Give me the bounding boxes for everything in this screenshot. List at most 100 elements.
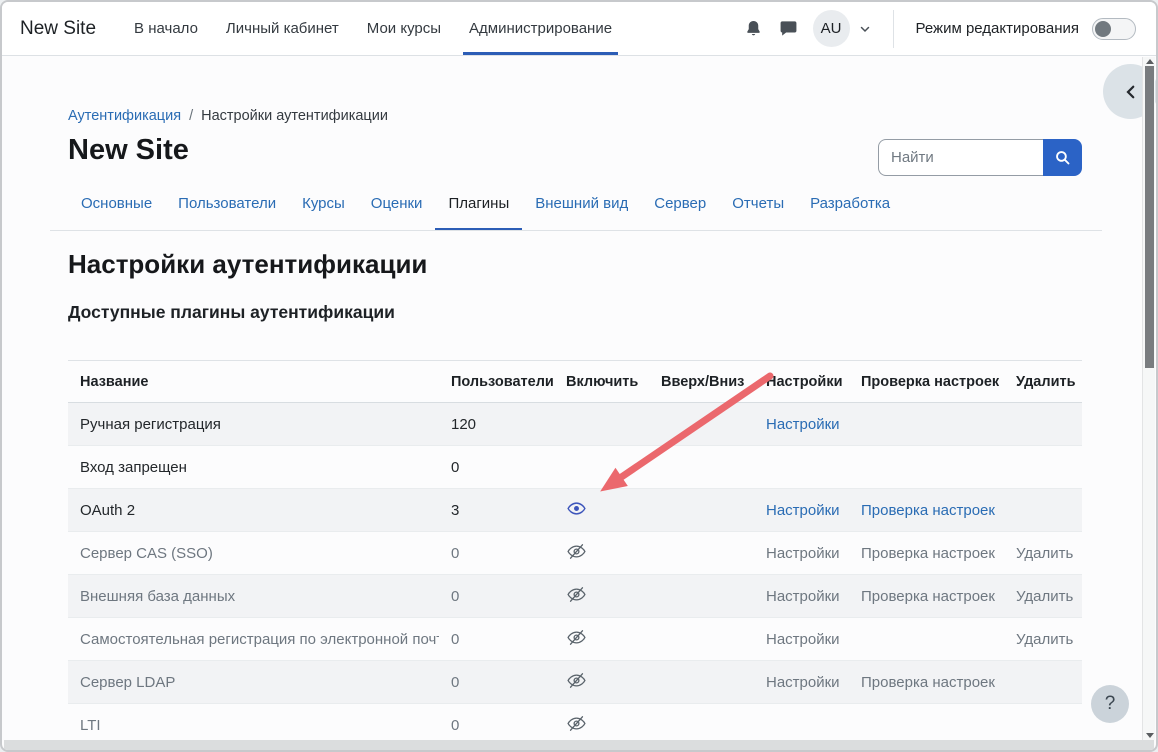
tab[interactable]: Разработка <box>797 193 903 231</box>
breadcrumb-current: Настройки аутентификации <box>201 108 388 124</box>
user-menu-chevron-down-icon[interactable] <box>859 23 871 35</box>
plugin-name-cell: Самостоятельная регистрация по электронн… <box>68 631 439 648</box>
section-subheading: Доступные плагины аутентификации <box>68 302 395 323</box>
test-settings-link[interactable]: Проверка настроек <box>861 502 995 519</box>
settings-link[interactable]: Настройки <box>766 502 840 519</box>
browser-window: New Site В началоЛичный кабинетМои курсы… <box>0 0 1158 752</box>
column-header: Удалить <box>1004 374 1082 390</box>
column-header: Название <box>68 374 439 390</box>
disabled-eye-slash-icon[interactable] <box>566 670 586 690</box>
tab[interactable]: Курсы <box>289 193 358 231</box>
column-header: Пользователи <box>439 374 554 390</box>
table-row: Сервер CAS (SSO)0 Настройки Проверка настр… <box>68 532 1082 575</box>
scrollbar-thumb[interactable] <box>1145 66 1154 368</box>
tab-active[interactable]: Плагины <box>435 193 522 231</box>
settings-link[interactable]: Настройки <box>766 416 840 433</box>
delete-cell: Удалить <box>1004 545 1082 562</box>
horizontal-scrollbar-track[interactable] <box>4 740 1154 750</box>
test-settings-link[interactable]: Проверка настроек <box>861 674 995 691</box>
test-settings-link[interactable]: Проверка настроек <box>861 588 995 605</box>
enable-cell <box>554 627 649 651</box>
settings-cell: Настройки <box>754 502 849 519</box>
column-header: Включить <box>554 374 649 390</box>
tab[interactable]: Основные <box>68 193 165 231</box>
tab[interactable]: Оценки <box>358 193 436 231</box>
delete-cell: Удалить <box>1004 631 1082 648</box>
delete-link[interactable]: Удалить <box>1016 545 1073 562</box>
primary-nav: В началоЛичный кабинетМои курсыАдминистр… <box>120 2 626 55</box>
breadcrumb-link-authentication[interactable]: Аутентификация <box>68 108 181 124</box>
disabled-eye-slash-icon[interactable] <box>566 627 586 647</box>
settings-link[interactable]: Настройки <box>766 674 840 691</box>
table-row: Самостоятельная регистрация по электронн… <box>68 618 1082 661</box>
disabled-eye-slash-icon[interactable] <box>566 584 586 604</box>
edit-mode-toggle[interactable] <box>1092 18 1136 40</box>
tab[interactable]: Внешний вид <box>522 193 641 231</box>
test-settings-cell: Проверка настроек <box>849 674 1004 691</box>
page-title: New Site <box>68 134 189 167</box>
edit-mode-label: Режим редактирования <box>916 20 1079 37</box>
enable-cell <box>554 498 649 522</box>
search-icon <box>1054 149 1071 166</box>
settings-cell: Настройки <box>754 588 849 605</box>
users-count-cell: 0 <box>439 674 554 691</box>
tab[interactable]: Пользователи <box>165 193 289 231</box>
table-row: OAuth 23НастройкиПроверка настроек <box>68 489 1082 532</box>
enable-cell <box>554 670 649 694</box>
settings-link[interactable]: Настройки <box>766 631 840 648</box>
site-brand[interactable]: New Site <box>20 2 96 55</box>
tab[interactable]: Отчеты <box>719 193 797 231</box>
plugin-name-cell: Вход запрещен <box>68 459 439 476</box>
column-header: Проверка настроек <box>849 374 1004 390</box>
breadcrumb-separator: / <box>189 108 193 124</box>
test-settings-cell: Проверка настроек <box>849 545 1004 562</box>
search-button[interactable] <box>1043 139 1082 176</box>
settings-cell: Настройки <box>754 631 849 648</box>
delete-link[interactable]: Удалить <box>1016 588 1073 605</box>
nav-item-active[interactable]: Администрирование <box>455 2 626 55</box>
plugin-name-cell: Сервер CAS (SSO) <box>68 545 439 562</box>
tab[interactable]: Сервер <box>641 193 719 231</box>
scroll-up-icon[interactable] <box>1146 59 1154 64</box>
disabled-eye-slash-icon[interactable] <box>566 713 586 733</box>
search-input[interactable] <box>878 139 1043 176</box>
nav-item[interactable]: Мои курсы <box>353 2 455 55</box>
column-header: Настройки <box>754 374 849 390</box>
nav-item[interactable]: Личный кабинет <box>212 2 353 55</box>
settings-link[interactable]: Настройки <box>766 588 840 605</box>
users-count-cell: 3 <box>439 502 554 519</box>
delete-link[interactable]: Удалить <box>1016 631 1073 648</box>
users-count-cell: 0 <box>439 588 554 605</box>
enable-cell <box>554 584 649 608</box>
table-row: Внешняя база данных0НастройкиПроверка на… <box>68 575 1082 618</box>
disabled-eye-slash-icon[interactable] <box>566 541 586 561</box>
section-heading: Настройки аутентификации <box>68 249 427 280</box>
test-settings-link[interactable]: Проверка настроек <box>861 545 995 562</box>
scroll-down-icon[interactable] <box>1146 733 1154 738</box>
table-row: Вход запрещен0 <box>68 446 1082 489</box>
table-row: Ручная регистрация120Настройки <box>68 403 1082 446</box>
column-header: Вверх/Вниз <box>649 374 754 390</box>
help-button[interactable]: ? <box>1091 685 1129 723</box>
user-avatar[interactable]: AU <box>813 10 850 47</box>
users-count-cell: 0 <box>439 717 554 734</box>
notifications-bell-icon[interactable] <box>743 18 765 40</box>
site-search <box>878 139 1082 176</box>
settings-link[interactable]: Настройки <box>766 545 840 562</box>
settings-cell: Настройки <box>754 545 849 562</box>
enable-cell <box>554 713 649 737</box>
breadcrumb: Аутентификация / Настройки аутентификаци… <box>68 108 388 124</box>
users-count-cell: 120 <box>439 416 554 433</box>
settings-cell: Настройки <box>754 674 849 691</box>
users-count-cell: 0 <box>439 545 554 562</box>
test-settings-cell: Проверка настроек <box>849 588 1004 605</box>
chevron-left-icon <box>1122 83 1140 101</box>
navbar-right: AU Режим редактирования <box>743 2 1136 55</box>
messages-chat-icon[interactable] <box>778 18 800 40</box>
plugin-name-cell: LTI <box>68 717 439 734</box>
tabs-divider <box>50 230 1102 231</box>
nav-item[interactable]: В начало <box>120 2 212 55</box>
vertical-scrollbar[interactable] <box>1142 57 1155 740</box>
users-count-cell: 0 <box>439 459 554 476</box>
enabled-eye-icon[interactable] <box>566 498 586 518</box>
